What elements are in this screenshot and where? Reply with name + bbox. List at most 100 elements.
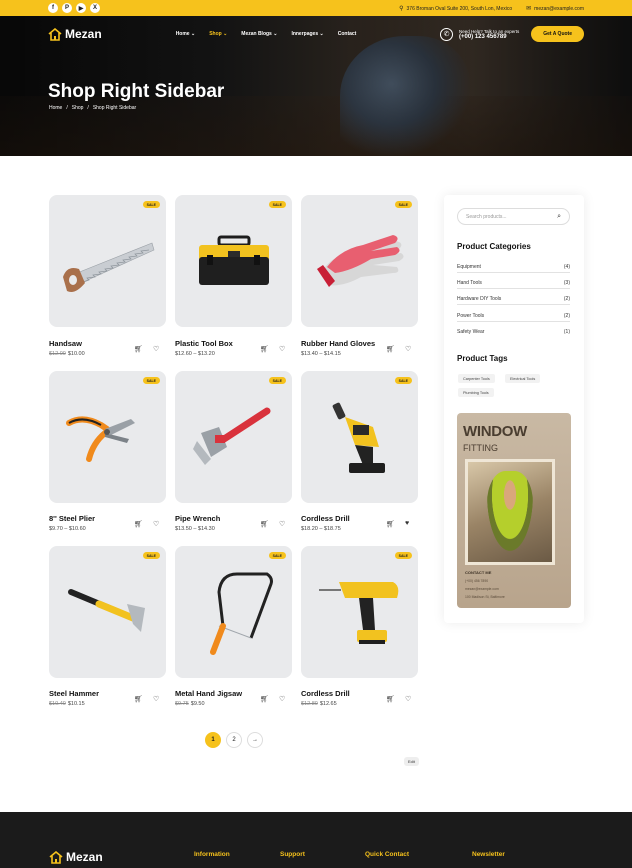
sale-badge: SALE: [268, 552, 286, 559]
product-name[interactable]: 8'' Steel Plier: [49, 514, 95, 523]
product-price: $13.40 – $14.15: [301, 351, 341, 357]
wishlist-icon[interactable]: ♡: [279, 520, 285, 528]
tags-title: Product Tags: [457, 354, 508, 363]
menu-item-home[interactable]: Home ⌄: [176, 31, 196, 37]
wishlist-icon[interactable]: ♡: [153, 520, 159, 528]
breadcrumb-separator: /: [87, 105, 89, 111]
product-name[interactable]: Pipe Wrench: [175, 514, 220, 523]
pinterest-icon[interactable]: P: [62, 3, 72, 13]
page-title: Shop Right Sidebar: [48, 81, 225, 102]
sale-badge: SALE: [268, 377, 286, 384]
next-page-arrow-icon[interactable]: →: [247, 732, 263, 748]
product-card[interactable]: SALE: [301, 371, 418, 503]
add-to-cart-icon[interactable]: 🛒︎: [260, 695, 269, 703]
window-fitter-figure: [487, 471, 533, 551]
menu-item-innerpages[interactable]: Innerpages ⌄: [291, 31, 323, 37]
product-price: $9.75 $9.50: [175, 701, 205, 707]
house-logo-icon: [48, 27, 62, 41]
category-item[interactable]: Safety Wear (1): [457, 326, 570, 338]
x-icon[interactable]: X: [90, 3, 100, 13]
banner-address: 100 Madison St, Baltimore: [465, 595, 505, 599]
product-card[interactable]: SALE: [175, 371, 292, 503]
email-info[interactable]: ✉ mezan@example.com: [526, 5, 584, 12]
add-to-cart-icon[interactable]: 🛒︎: [386, 520, 395, 528]
product-name[interactable]: Handsaw: [49, 339, 82, 348]
category-item[interactable]: Hand Tools (3): [457, 277, 570, 289]
product-price: $18.20 – $18.75: [301, 526, 341, 532]
page-2-button[interactable]: 2: [226, 732, 242, 748]
category-item[interactable]: Equipment (4): [457, 261, 570, 273]
product-card[interactable]: SALE: [301, 546, 418, 678]
hammer-icon: [68, 589, 145, 632]
search-placeholder: Search products...: [466, 213, 507, 220]
social-links: f P ▶ X: [48, 3, 100, 13]
tag-item[interactable]: Carpenter Tools: [458, 374, 495, 383]
wishlist-icon[interactable]: ♡: [153, 345, 159, 353]
product-card[interactable]: SALE: [175, 195, 292, 327]
category-item[interactable]: Hardware DIY Tools (2): [457, 293, 570, 305]
edit-button[interactable]: Edit: [404, 757, 419, 766]
search-icon[interactable]: ⌕: [557, 213, 561, 221]
tag-item[interactable]: Plumbing Tools: [458, 388, 494, 397]
menu-item-contact[interactable]: Contact: [338, 31, 357, 37]
banner-subtitle: FITTING: [463, 443, 498, 453]
sale-badge: SALE: [394, 377, 412, 384]
youtube-icon[interactable]: ▶: [76, 3, 86, 13]
product-card[interactable]: SALE: [49, 195, 166, 327]
footer-heading-information: Information: [194, 851, 230, 858]
product-price: $12.60 – $13.20: [175, 351, 215, 357]
breadcrumb-shop[interactable]: Shop: [72, 105, 84, 111]
banner-contact-label: CONTACT ME: [465, 570, 492, 575]
add-to-cart-icon[interactable]: 🛒︎: [386, 695, 395, 703]
wishlist-icon[interactable]: ♡: [279, 345, 285, 353]
product-name[interactable]: Metal Hand Jigsaw: [175, 689, 242, 698]
product-name[interactable]: Plastic Tool Box: [175, 339, 233, 348]
add-to-cart-icon[interactable]: 🛒︎: [134, 695, 143, 703]
facebook-icon[interactable]: f: [48, 3, 58, 13]
page-1-button[interactable]: 1: [205, 732, 221, 748]
breadcrumb-home[interactable]: Home: [49, 105, 62, 111]
category-item[interactable]: Power Tools (2): [457, 310, 570, 322]
categories-title: Product Categories: [457, 242, 531, 251]
email-text[interactable]: mezan@example.com: [534, 6, 584, 12]
add-to-cart-icon[interactable]: 🛒︎: [386, 345, 395, 353]
address-info: ⚲ 376 Broman Oval Suite 200, South Lon, M…: [399, 5, 512, 12]
window-fitting-banner[interactable]: WINDOW FITTING CONTACT ME (+00) 456 7890…: [457, 413, 571, 608]
breadcrumb-separator: /: [66, 105, 68, 111]
menu-item-blogs[interactable]: Mezan Blogs ⌄: [241, 31, 277, 37]
help-contact: ✆ Need Help? Talk to an experts (+00) 12…: [440, 27, 519, 41]
product-card[interactable]: SALE: [49, 371, 166, 503]
add-to-cart-icon[interactable]: 🛒︎: [260, 520, 269, 528]
product-price: $12.00 $10.00: [49, 351, 85, 357]
wishlist-icon[interactable]: ♡: [153, 695, 159, 703]
footer-logo[interactable]: Mezan: [49, 850, 103, 864]
add-to-cart-icon[interactable]: 🛒︎: [260, 345, 269, 353]
wishlist-icon[interactable]: ♡: [279, 695, 285, 703]
handsaw-icon: [63, 242, 155, 292]
add-to-cart-icon[interactable]: 🛒︎: [134, 345, 143, 353]
product-name[interactable]: Cordless Drill: [301, 514, 350, 523]
product-name[interactable]: Cordless Drill: [301, 689, 350, 698]
jigsaw-icon: [210, 572, 273, 655]
breadcrumb: Home / Shop / Shop Right Sidebar: [49, 105, 136, 111]
tag-item[interactable]: Electrical Tools: [505, 374, 541, 383]
help-phone[interactable]: (+00) 123 456789: [459, 34, 519, 40]
product-name[interactable]: Steel Hammer: [49, 689, 99, 698]
footer-heading-support: Support: [280, 851, 305, 858]
product-card[interactable]: SALE: [49, 546, 166, 678]
menu-item-shop[interactable]: Shop ⌄: [209, 31, 227, 37]
wishlist-icon[interactable]: ♡: [405, 345, 411, 353]
product-name[interactable]: Rubber Hand Gloves: [301, 339, 375, 348]
product-card[interactable]: SALE: [301, 195, 418, 327]
breadcrumb-current: Shop Right Sidebar: [92, 105, 137, 111]
sale-badge: SALE: [142, 377, 160, 384]
get-quote-button[interactable]: Get A Quote: [531, 26, 584, 42]
add-to-cart-icon[interactable]: 🛒︎: [134, 520, 143, 528]
brand-logo[interactable]: Mezan: [48, 27, 102, 41]
sale-badge: SALE: [142, 201, 160, 208]
wishlist-filled-icon[interactable]: ♥: [405, 520, 409, 527]
wishlist-icon[interactable]: ♡: [405, 695, 411, 703]
cordless-drill-icon: [319, 582, 399, 644]
product-card[interactable]: SALE: [175, 546, 292, 678]
search-input[interactable]: Search products... ⌕: [457, 208, 570, 225]
